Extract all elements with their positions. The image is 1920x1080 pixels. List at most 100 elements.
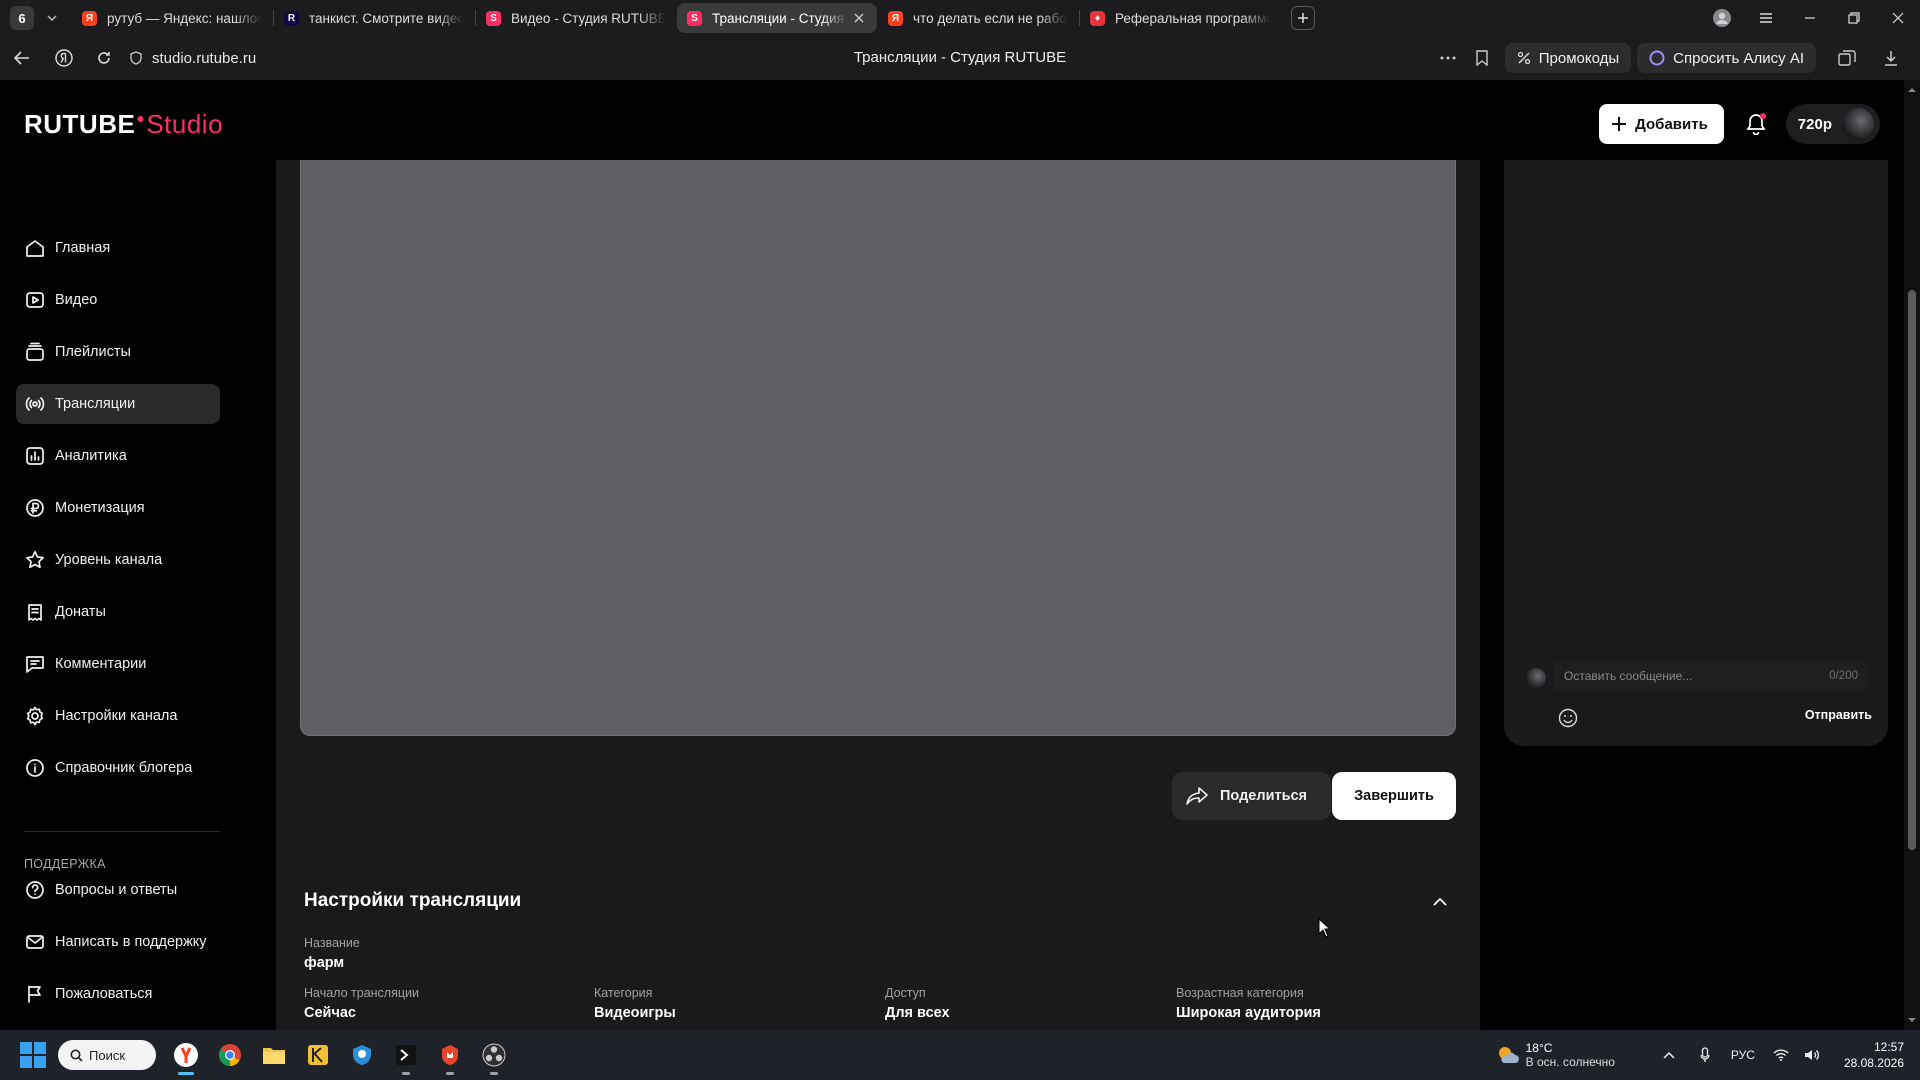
sidebar-item[interactable]: Главная [16, 228, 220, 268]
chat-send-button[interactable]: Отправить [1805, 708, 1872, 722]
emoji-icon[interactable] [1556, 706, 1580, 730]
url-field[interactable]: studio.rutube.ru [130, 50, 256, 67]
tab-favicon-icon: Я [82, 10, 97, 26]
taskbar-clock[interactable]: 12:57 28.08.2026 [1844, 1039, 1904, 1071]
percent-icon [1517, 51, 1530, 65]
comment-icon [24, 653, 46, 675]
broadcast-icon [24, 393, 46, 415]
collections-icon[interactable] [1832, 43, 1862, 73]
yandex-browser-app-icon[interactable] [164, 1033, 208, 1077]
sidebar-item[interactable]: Донаты [16, 592, 220, 632]
minimize-icon[interactable] [1788, 0, 1832, 36]
browser-tabs: Ярутуб — Яндекс: нашлось Rтанкист. Смотри… [72, 3, 1281, 33]
finish-broadcast-button[interactable]: Завершить [1332, 772, 1456, 820]
sidebar-item-label: Написать в поддержку [55, 934, 207, 950]
avatar[interactable] [1842, 108, 1874, 140]
share-button[interactable]: Поделиться [1172, 772, 1332, 820]
sidebar-item[interactable]: Уровень канала [16, 540, 220, 580]
field-label: Начало трансляции [304, 986, 419, 1000]
mouse-cursor-icon [1318, 918, 1332, 938]
studio-page: RUTUBE ● Studio Добавить 720p Главная Видео… [0, 80, 1904, 1030]
add-button[interactable]: Добавить [1599, 104, 1724, 144]
promo-codes-button[interactable]: Промокоды [1504, 43, 1632, 73]
chrome-app-icon[interactable] [208, 1033, 252, 1077]
alice-icon [1649, 50, 1665, 66]
sidebar-item[interactable]: Монетизация [16, 488, 220, 528]
windows-start-icon[interactable] [20, 1042, 46, 1068]
analytics-icon [24, 445, 46, 467]
share-icon [1186, 787, 1208, 805]
terminal-app-icon[interactable] [384, 1033, 428, 1077]
browser-tab[interactable]: S Видео - Студия RUTUBE [476, 3, 676, 33]
collapse-chevron-up-icon[interactable] [1428, 890, 1452, 914]
app-icon-red[interactable] [428, 1033, 472, 1077]
microphone-icon[interactable] [1692, 1047, 1718, 1063]
volume-icon[interactable] [1799, 1048, 1825, 1062]
tab-title: рутуб — Яндекс: нашлось [107, 10, 262, 26]
header-actions: Добавить 720p [1599, 80, 1880, 168]
sidebar-item[interactable]: Плейлисты [16, 332, 220, 372]
sidebar-item[interactable]: Написать в поддержку [16, 922, 220, 962]
browser-tab[interactable]: Ячто делать если не работ [878, 3, 1078, 33]
sidebar-item[interactable]: Аналитика [16, 436, 220, 476]
sidebar-item[interactable]: Видео [16, 280, 220, 320]
chat-char-counter: 0/200 [1829, 670, 1858, 682]
browser-tab[interactable]: Rтанкист. Смотрите видео [274, 3, 474, 33]
close-window-icon[interactable] [1876, 0, 1920, 36]
sidebar-item[interactable]: Настройки канала [16, 696, 220, 736]
sidebar-item-label: Справочник блогера [55, 760, 193, 776]
video-icon [24, 289, 46, 311]
field-label: Категория [594, 986, 653, 1000]
sidebar-item[interactable]: Комментарии [16, 644, 220, 684]
sidebar-item[interactable]: Трансляции [16, 384, 220, 424]
notifications-bell-icon[interactable] [1736, 104, 1776, 144]
sidebar-item[interactable]: Вопросы и ответы [16, 870, 220, 910]
close-tab-icon[interactable] [851, 10, 867, 26]
profile-icon[interactable] [1700, 0, 1744, 36]
more-icon[interactable] [1433, 43, 1463, 73]
field-label: Доступ [885, 986, 926, 1000]
browser-tab[interactable]: Ярутуб — Яндекс: нашлось [72, 3, 272, 33]
download-icon[interactable] [1876, 43, 1906, 73]
sidebar-item[interactable]: Справочник блогера [16, 748, 220, 788]
tab-counter-button[interactable]: 6 [10, 6, 34, 30]
reload-icon[interactable] [84, 40, 124, 76]
tab-favicon-icon: R [284, 10, 299, 26]
browser-tab[interactable]: S Трансляции - Студия RUTUBE [677, 3, 877, 33]
logo-main-text: RUTUBE [24, 108, 136, 139]
browser-tab[interactable]: ♦ Реферальная программа [1080, 3, 1280, 33]
tab-list-chevron-icon[interactable] [40, 6, 64, 30]
wifi-icon[interactable] [1768, 1049, 1794, 1061]
scrollbar-thumb[interactable] [1908, 290, 1916, 850]
ask-alice-label: Спросить Алису AI [1673, 49, 1804, 67]
clock-date: 28.08.2026 [1843, 1056, 1904, 1070]
weather-widget[interactable]: 18°C В осн. солнечно [1496, 1041, 1615, 1069]
restore-icon[interactable] [1832, 0, 1876, 36]
sidebar-item-label: Видео [55, 292, 98, 308]
app-icon-shield[interactable] [340, 1033, 384, 1077]
sidebar-item[interactable]: Пожаловаться [16, 974, 220, 1014]
chat-placeholder: Оставить сообщение... [1564, 669, 1693, 683]
taskbar-search[interactable]: Поиск [58, 1040, 156, 1070]
sidebar-item-label: Плейлисты [55, 344, 131, 360]
account-menu[interactable]: 720p [1785, 104, 1880, 144]
sidebar-item-label: Настройки канала [55, 708, 178, 724]
menu-icon[interactable] [1744, 0, 1788, 36]
bookmark-icon[interactable] [1467, 43, 1497, 73]
yandex-logo-icon[interactable] [44, 40, 84, 76]
file-explorer-app-icon[interactable] [252, 1033, 296, 1077]
back-icon[interactable] [0, 40, 44, 76]
scroll-down-icon [1908, 1018, 1916, 1022]
page-scrollbar[interactable] [1904, 80, 1920, 1030]
tray-expand-chevron-icon[interactable] [1656, 1051, 1682, 1059]
video-player[interactable] [300, 160, 1456, 736]
rutube-studio-logo[interactable]: RUTUBE ● Studio [24, 109, 223, 140]
star-icon [24, 549, 46, 571]
language-indicator[interactable]: РУС [1728, 1048, 1758, 1062]
ask-alice-button[interactable]: Спросить Алису AI [1637, 43, 1816, 73]
obs-app-icon[interactable] [472, 1033, 516, 1077]
chat-message-input[interactable]: Оставить сообщение... 0/200 [1554, 660, 1868, 692]
new-tab-plus-icon[interactable] [1291, 6, 1315, 30]
site-security-icon[interactable] [130, 51, 142, 65]
app-icon-k[interactable] [296, 1033, 340, 1077]
